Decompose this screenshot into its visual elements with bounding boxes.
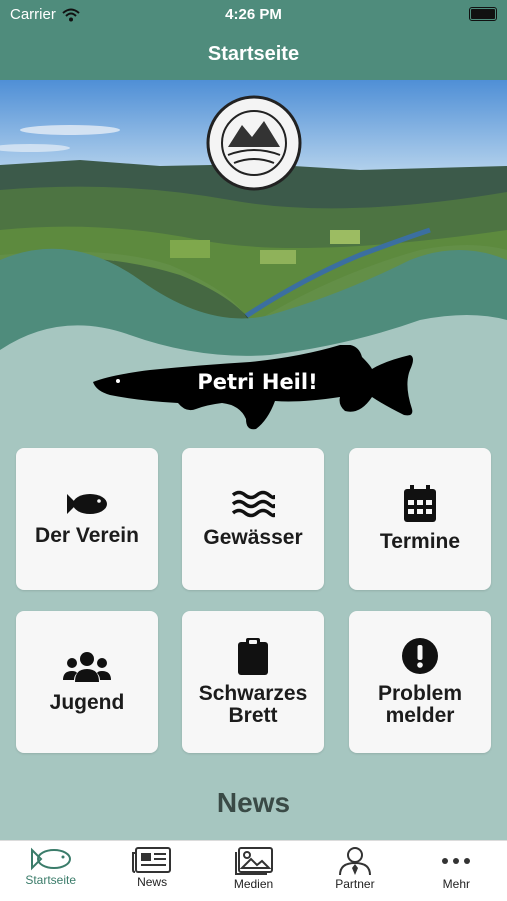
clipboard-icon <box>238 638 268 675</box>
page-title: Startseite <box>207 42 300 65</box>
photo-icon <box>234 847 273 875</box>
tab-label: News <box>137 875 168 889</box>
person-icon <box>338 847 371 875</box>
group-icon <box>63 652 111 682</box>
tab-medien[interactable]: Medien <box>203 841 304 901</box>
tab-label: Startseite <box>25 873 77 887</box>
tab-bar: Startseite News Medien Partner Mehr <box>0 840 507 901</box>
tile-jugend[interactable]: Jugend <box>16 611 158 753</box>
newspaper-icon <box>132 847 172 873</box>
tile-gewaesser[interactable]: Gewässer <box>182 448 324 590</box>
tile-termine[interactable]: Termine <box>349 448 491 590</box>
tab-label: Medien <box>233 877 274 891</box>
tile-label: Problem melder <box>377 682 463 727</box>
tile-label: Der Verein <box>35 524 139 547</box>
tab-news[interactable]: News <box>101 841 202 901</box>
exclamation-icon <box>402 638 438 674</box>
fish-icon <box>30 847 71 871</box>
club-logo <box>206 95 302 191</box>
tile-label: Termine <box>379 530 461 553</box>
calendar-icon <box>404 485 436 522</box>
news-heading: News <box>216 787 291 818</box>
tab-startseite[interactable]: Startseite <box>0 841 101 901</box>
fish-icon <box>67 494 107 514</box>
battery-icon <box>469 7 497 21</box>
water-icon <box>231 490 275 518</box>
clock: 4:26 PM <box>225 6 282 23</box>
tile-label: Jugend <box>49 691 125 714</box>
nav-bar: Startseite <box>0 28 507 80</box>
slogan-text: Petri Heil! <box>197 370 318 394</box>
tile-der-verein[interactable]: Der Verein <box>16 448 158 590</box>
tile-label: Gewässer <box>203 526 303 549</box>
tile-schwarzes-brett[interactable]: Schwarzes Brett <box>182 611 324 753</box>
tab-mehr[interactable]: Mehr <box>406 841 507 901</box>
tab-partner[interactable]: Partner <box>304 841 405 901</box>
tile-label: Schwarzes Brett <box>198 682 308 727</box>
tab-label: Mehr <box>442 877 470 891</box>
tab-label: Partner <box>335 877 375 891</box>
more-icon <box>442 858 471 864</box>
tile-problem-melder[interactable]: Problem melder <box>349 611 491 753</box>
status-bar: Carrier 4:26 PM <box>0 0 507 28</box>
